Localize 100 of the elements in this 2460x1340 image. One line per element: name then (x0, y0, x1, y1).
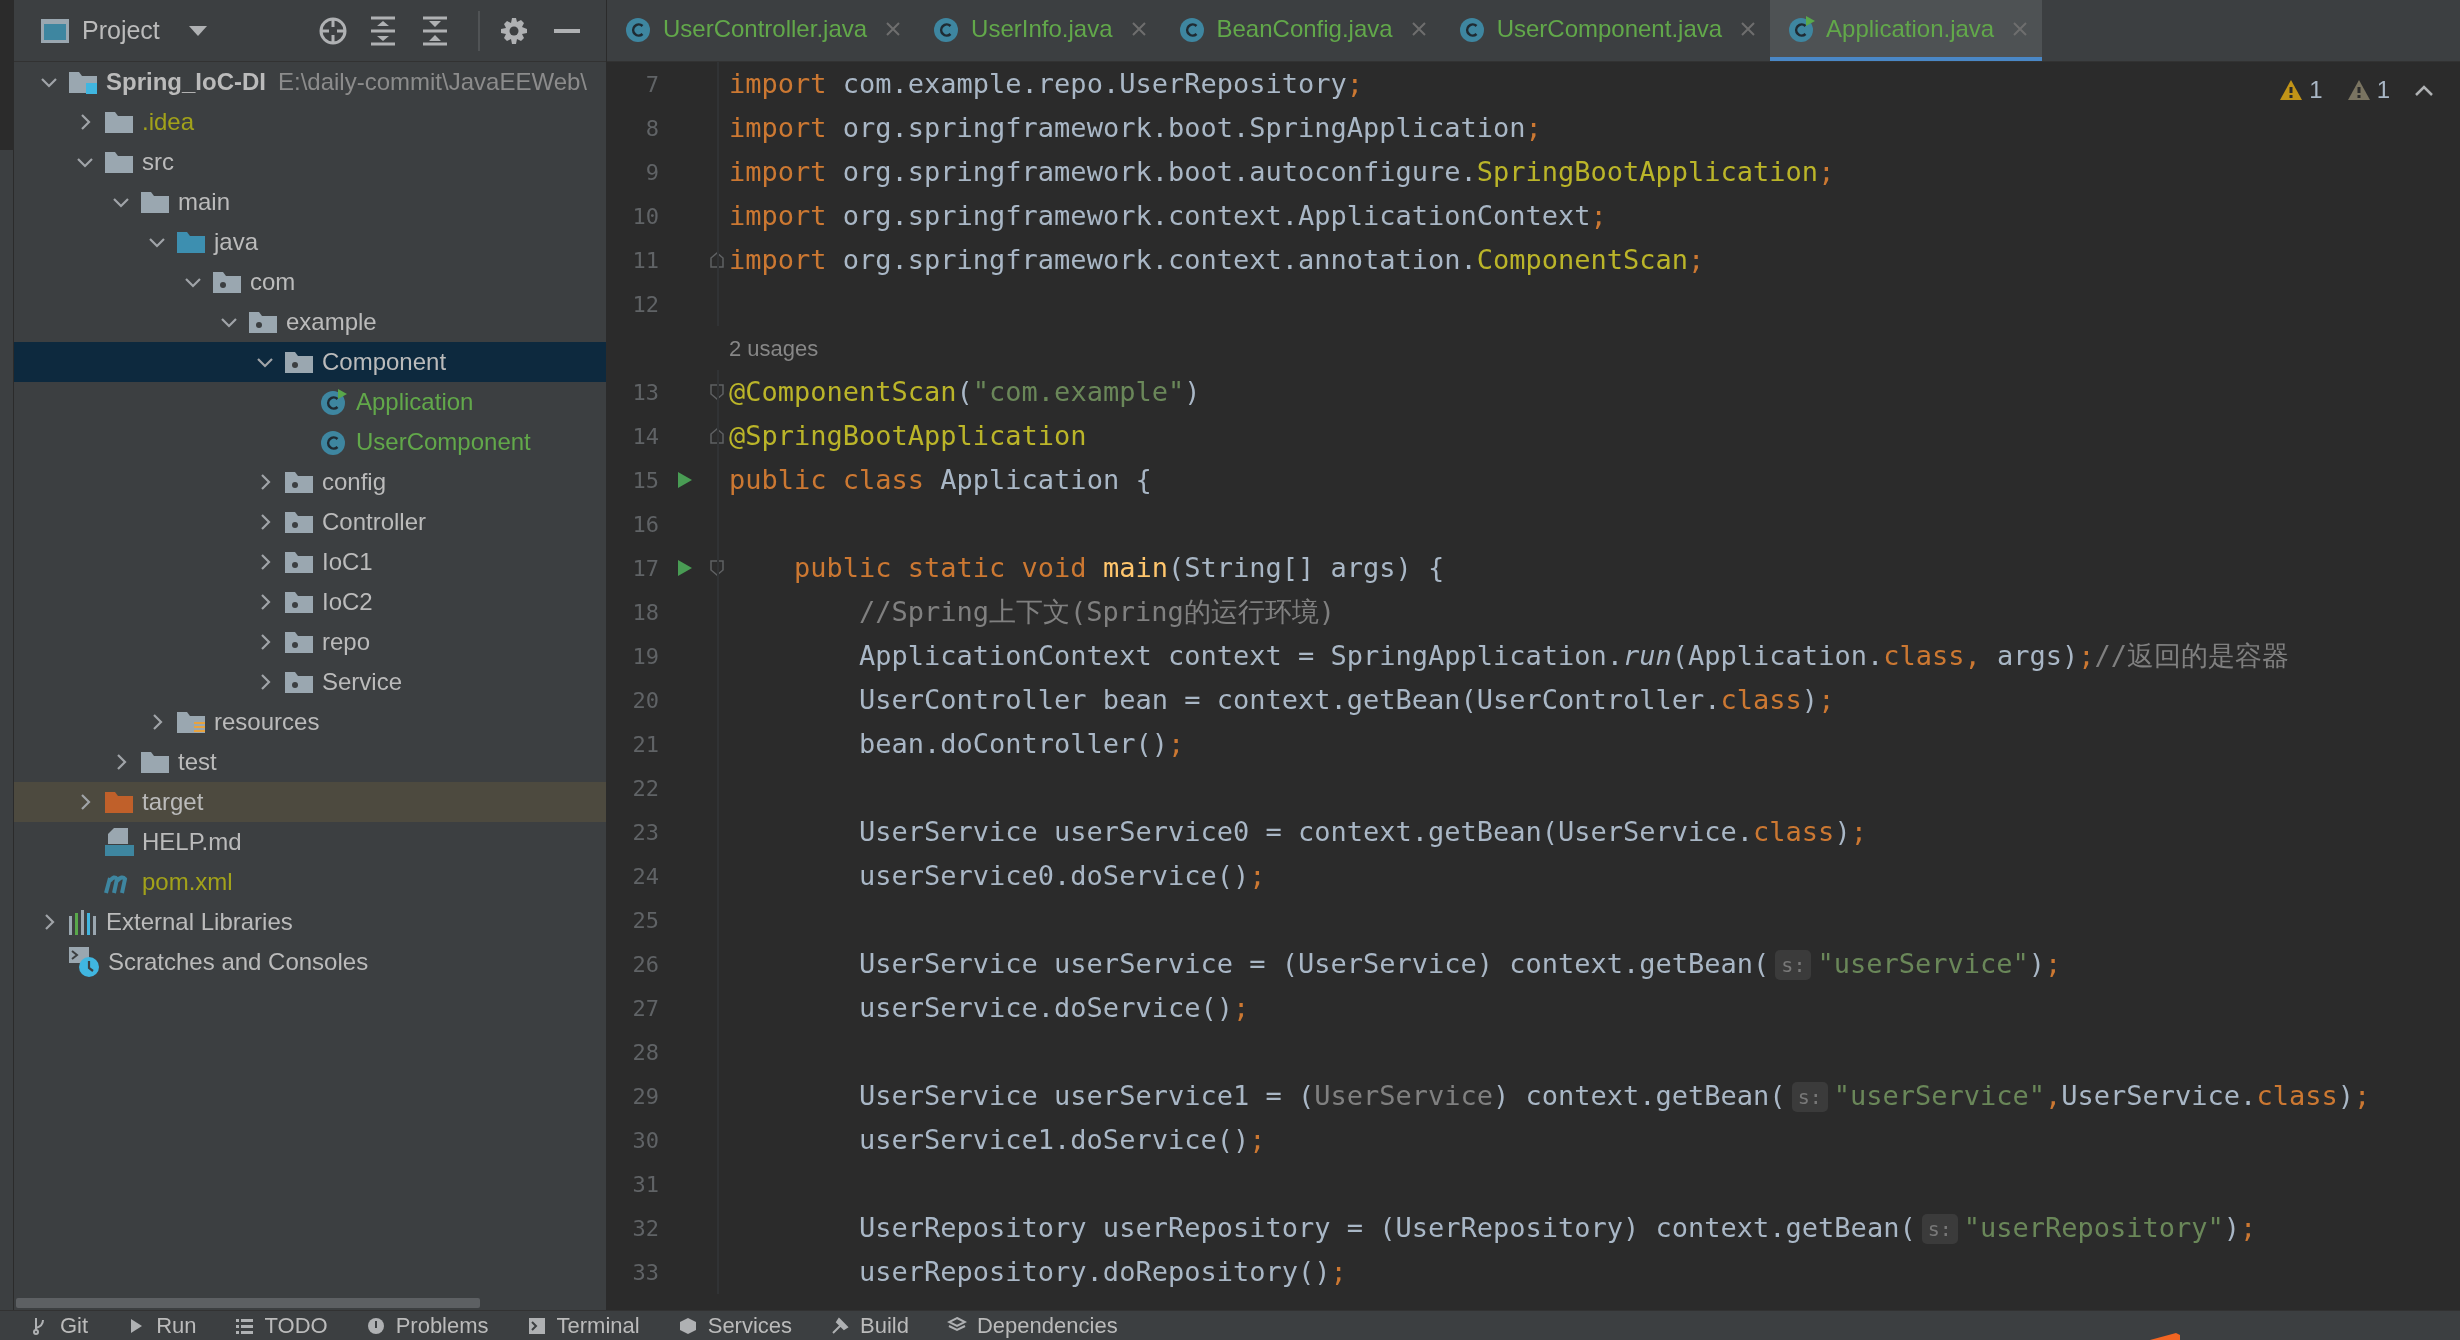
tree-item[interactable]: src (14, 142, 606, 182)
expand-all-icon[interactable] (370, 15, 396, 46)
line-number: 25 (631, 906, 659, 935)
tree-item[interactable]: Component (14, 342, 606, 382)
editor-tab[interactable]: BeanConfig.java (1160, 0, 1441, 61)
code-line: import org.springframework.boot.SpringApplication; (729, 110, 1542, 145)
tree-item-label: src (142, 147, 174, 177)
folder-icon (104, 789, 134, 815)
tab-label: UserInfo.java (971, 13, 1113, 44)
class-icon (320, 428, 348, 456)
package-icon (284, 629, 314, 655)
line-number: 30 (631, 1126, 659, 1155)
chevron-up-icon[interactable] (2414, 83, 2434, 97)
tree-item[interactable]: com (14, 262, 606, 302)
fold-icon[interactable] (710, 252, 724, 268)
package-icon (284, 349, 314, 375)
warning-icon[interactable] (2346, 79, 2371, 101)
line-number: 29 (631, 1082, 659, 1111)
tree-item[interactable]: test (14, 742, 606, 782)
folder-icon (140, 749, 170, 775)
run-icon[interactable] (677, 471, 693, 489)
horizontal-scrollbar[interactable] (16, 1298, 480, 1308)
tree-item[interactable]: UserComponent (14, 422, 606, 462)
tree-item-label: main (178, 187, 231, 217)
code-line: userService0.doService(); (858, 858, 1266, 893)
tree-item[interactable]: Spring_IoC-DI E:\daily-commit\JavaEEWeb\ (14, 62, 606, 102)
parameter-hint: s: (1921, 1214, 1958, 1245)
line-number: 13 (631, 378, 659, 407)
locate-icon[interactable] (318, 15, 348, 46)
tree-item[interactable]: Service (14, 662, 606, 702)
scratches-icon (68, 946, 100, 978)
editor-tab[interactable]: UserComponent.java (1440, 0, 1771, 61)
fold-icon[interactable] (710, 560, 724, 576)
fold-icon[interactable] (710, 384, 724, 400)
package-icon (212, 269, 242, 295)
code-line: userRepository.doRepository(); (858, 1254, 1347, 1289)
line-number: 21 (631, 730, 659, 759)
tree-item[interactable]: IoC2 (14, 582, 606, 622)
tree-item[interactable]: .idea (14, 102, 606, 142)
tree-item-label: Controller (322, 507, 427, 537)
tree-item[interactable]: config (14, 462, 606, 502)
warning-count: 1 (2309, 75, 2323, 105)
runnable-class-icon (1788, 14, 1817, 43)
line-number: 33 (631, 1258, 659, 1287)
tree-item[interactable]: pom.xml (14, 862, 606, 902)
usages-hint[interactable]: 2 usages (729, 331, 819, 365)
editor-tab[interactable]: UserController.java (607, 0, 916, 61)
tool-window-button[interactable]: Run (126, 1309, 197, 1340)
tree-item[interactable]: Application (14, 382, 606, 422)
hexagon-icon (677, 1315, 698, 1336)
line-number: 20 (631, 686, 659, 715)
tool-window-button[interactable]: Dependencies (947, 1309, 1118, 1340)
line-number: 10 (631, 202, 659, 231)
run-icon[interactable] (677, 559, 693, 577)
resources-folder-icon (176, 709, 206, 735)
tree-item[interactable]: External Libraries (14, 902, 606, 942)
editor-tab[interactable]: UserInfo.java (915, 0, 1161, 61)
tree-item[interactable]: java (14, 222, 606, 262)
tree-item[interactable]: Controller (14, 502, 606, 542)
code-line: UserService userService = (UserService) context.getBean( s: "userService"); (858, 946, 2062, 983)
tree-item[interactable]: HELP.md (14, 822, 606, 862)
minimize-icon[interactable] (554, 27, 580, 34)
tool-window-button[interactable]: TODO (234, 1309, 328, 1340)
dropdown-caret-icon[interactable] (187, 24, 208, 37)
tree-item[interactable]: main (14, 182, 606, 222)
code-line: import org.springframework.context.annotation.ComponentScan; (729, 242, 1705, 277)
tree-item-label: config (322, 467, 387, 497)
tree-item[interactable]: IoC1 (14, 542, 606, 582)
warning-count: 1 (2376, 75, 2390, 105)
tree-item-label: pom.xml (142, 867, 233, 897)
tool-window-button[interactable]: Git (30, 1309, 89, 1340)
panel-title[interactable]: Project (82, 11, 160, 50)
tree-item[interactable]: Scratches and Consoles (14, 942, 606, 982)
tree-item[interactable]: repo (14, 622, 606, 662)
tree-item-label: UserComponent (356, 427, 531, 457)
tool-window-button[interactable]: Problems (365, 1309, 489, 1340)
hammer-icon (830, 1315, 851, 1336)
tool-window-button[interactable]: Terminal (526, 1309, 640, 1340)
tree-item[interactable]: target (14, 782, 606, 822)
tool-window-button[interactable]: Build (830, 1309, 909, 1340)
parameter-hint: s: (1791, 1082, 1828, 1113)
tree-item[interactable]: resources (14, 702, 606, 742)
package-icon (284, 589, 314, 615)
line-number: 12 (631, 290, 659, 319)
code-line: ApplicationContext context = SpringApplication.run(Application.class, args);//返回的是容器 (858, 638, 2289, 673)
warning-icon[interactable] (2279, 79, 2304, 101)
tree-item[interactable]: example (14, 302, 606, 342)
line-number: 18 (631, 598, 659, 627)
module-folder-icon (68, 69, 98, 95)
terminal-icon (526, 1315, 547, 1336)
tool-window-button[interactable]: Services (677, 1309, 793, 1340)
tree-item-label: Service (322, 667, 403, 697)
line-number: 9 (644, 158, 659, 187)
settings-icon[interactable] (500, 16, 528, 45)
tree-item-label: java (214, 227, 259, 257)
fold-icon[interactable] (710, 428, 724, 444)
tree-item-label: IoC2 (322, 587, 373, 617)
collapse-all-icon[interactable] (422, 15, 448, 46)
libraries-icon (68, 908, 98, 936)
line-number: 22 (631, 774, 659, 803)
